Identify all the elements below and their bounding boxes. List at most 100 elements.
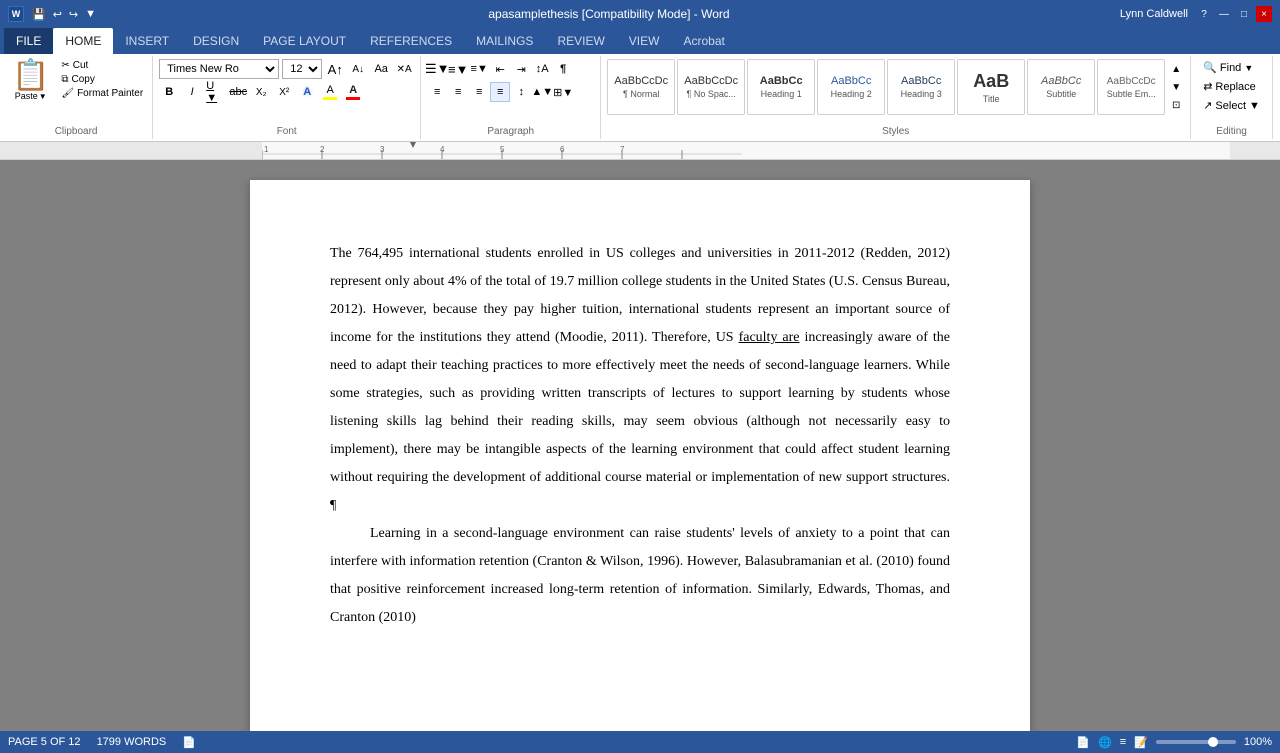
word-count: 1799 WORDS [97, 736, 167, 748]
font-name-select[interactable]: Times New Ro [159, 59, 279, 79]
align-center-button[interactable]: ≡ [448, 82, 468, 102]
replace-icon: ⇄ [1203, 80, 1212, 93]
zoom-slider[interactable] [1156, 740, 1236, 744]
select-icon: ↗ [1203, 99, 1212, 112]
subscript-button[interactable]: X₂ [251, 82, 271, 102]
clear-format-button[interactable]: ✕A [394, 59, 414, 79]
style-h2-preview: AaBbCc [831, 75, 871, 87]
replace-button[interactable]: ⇄ Replace [1197, 78, 1262, 95]
style-subtle-label: Subtle Em... [1107, 89, 1156, 99]
para-row-1: ☰▼ ≡▼ ≡▼ ⇤ ⇥ ↕A ¶ [427, 59, 573, 79]
bullet-list-button[interactable]: ☰▼ [427, 59, 447, 79]
maximize-button[interactable]: □ [1236, 6, 1252, 22]
style-title-preview: AaB [973, 71, 1009, 92]
style-normal-preview: AaBbCcDc [614, 75, 668, 87]
paragraph-2: Learning in a second-language environmen… [330, 520, 950, 632]
style-subtitle-label: Subtitle [1046, 89, 1076, 99]
tab-mailings[interactable]: MAILINGS [464, 28, 545, 54]
align-right-button[interactable]: ≡ [469, 82, 489, 102]
text-effects-button[interactable]: A [297, 82, 317, 102]
style-subtle-button[interactable]: AaBbCcDc Subtle Em... [1097, 59, 1165, 115]
superscript-button[interactable]: X² [274, 82, 294, 102]
tab-design[interactable]: DESIGN [181, 28, 251, 54]
style-nospace-button[interactable]: AaBbCcDc ¶ No Spac... [677, 59, 745, 115]
close-button[interactable]: × [1256, 6, 1272, 22]
undo-button[interactable]: ↩ [51, 8, 64, 21]
ribbon-content: 📋 Paste ▼ ✂ Cut ⧉ Copy 🖌 Format Painter [0, 54, 1280, 142]
tab-review[interactable]: REVIEW [545, 28, 616, 54]
styles-scroll-up[interactable]: ▲ [1168, 61, 1184, 77]
decrease-font-button[interactable]: A↓ [348, 59, 368, 79]
tab-file[interactable]: FILE [4, 28, 53, 54]
tab-view[interactable]: VIEW [617, 28, 672, 54]
align-left-button[interactable]: ≡ [427, 82, 447, 102]
find-button[interactable]: 🔍 Find ▼ [1197, 59, 1259, 76]
redo-button[interactable]: ↪ [67, 8, 80, 21]
shading-button[interactable]: ▲▼ [532, 82, 552, 102]
font-row-1: Times New Ro 12 A↑ A↓ Aa ✕A [159, 59, 414, 79]
change-case-button[interactable]: Aa [371, 59, 391, 79]
help-button[interactable]: ? [1196, 6, 1212, 22]
line-spacing-button[interactable]: ↕ [511, 82, 531, 102]
paste-label: Paste ▼ [15, 91, 47, 101]
highlight-color-bar [323, 97, 337, 100]
numbered-list-button[interactable]: ≡▼ [448, 59, 468, 79]
italic-button[interactable]: I [182, 82, 202, 102]
quick-access-dropdown[interactable]: ▼ [83, 8, 98, 20]
style-title-button[interactable]: AaB Title [957, 59, 1025, 115]
view-mode-print[interactable]: 📄 [1076, 736, 1090, 749]
tab-references[interactable]: REFERENCES [358, 28, 464, 54]
justify-button[interactable]: ≡ [490, 82, 510, 102]
view-mode-web[interactable]: 🌐 [1098, 736, 1112, 749]
style-heading2-button[interactable]: AaBbCc Heading 2 [817, 59, 885, 115]
style-h1-preview: AaBbCc [760, 75, 803, 87]
style-normal-label: ¶ Normal [623, 89, 659, 99]
view-mode-draft[interactable]: 📝 [1134, 736, 1148, 749]
multilevel-list-button[interactable]: ≡▼ [469, 59, 489, 79]
view-mode-outline[interactable]: ≡ [1120, 736, 1126, 748]
editing-label: Editing [1197, 124, 1266, 137]
style-nospace-label: ¶ No Spac... [687, 89, 736, 99]
style-heading1-button[interactable]: AaBbCc Heading 1 [747, 59, 815, 115]
style-subtitle-button[interactable]: AaBbCc Subtitle [1027, 59, 1095, 115]
bold-button[interactable]: B [159, 82, 179, 102]
borders-button[interactable]: ⊞▼ [553, 82, 573, 102]
style-nospace-preview: AaBbCcDc [684, 75, 738, 87]
tab-insert[interactable]: INSERT [113, 28, 181, 54]
increase-indent-button[interactable]: ⇥ [511, 59, 531, 79]
tab-page-layout[interactable]: PAGE LAYOUT [251, 28, 358, 54]
styles-scroll-down[interactable]: ▼ [1168, 79, 1184, 95]
style-h3-label: Heading 3 [901, 89, 942, 99]
minimize-button[interactable]: — [1216, 6, 1232, 22]
format-painter-button[interactable]: 🖌 Format Painter [58, 87, 146, 100]
tab-home[interactable]: HOME [53, 28, 113, 54]
strikethrough-button[interactable]: abc [228, 82, 248, 102]
select-button[interactable]: ↗ Select ▼ [1197, 97, 1266, 114]
font-size-select[interactable]: 12 [282, 59, 322, 79]
document-page: The 764,495 international students enrol… [250, 180, 1030, 731]
copy-button[interactable]: ⧉ Copy [58, 73, 146, 86]
tab-acrobat[interactable]: Acrobat [671, 28, 736, 54]
text-highlight-button[interactable]: A [320, 82, 340, 102]
paragraph-label: Paragraph [427, 124, 594, 137]
document-area[interactable]: The 764,495 international students enrol… [0, 160, 1280, 731]
style-h3-preview: AaBbCc [901, 75, 941, 87]
font-color-button[interactable]: A [343, 82, 363, 102]
find-dropdown-icon: ▼ [1244, 63, 1253, 73]
title-text: apasamplethesis [Compatibility Mode] - W… [488, 7, 729, 21]
sort-button[interactable]: ↕A [532, 59, 552, 79]
styles-expand[interactable]: ⊡ [1168, 97, 1184, 113]
styles-gallery: AaBbCcDc ¶ Normal AaBbCcDc ¶ No Spac... … [607, 59, 1165, 115]
style-normal-button[interactable]: AaBbCcDc ¶ Normal [607, 59, 675, 115]
show-hide-button[interactable]: ¶ [553, 59, 573, 79]
style-title-label: Title [983, 94, 1000, 104]
cut-button[interactable]: ✂ Cut [58, 59, 146, 72]
underline-button[interactable]: U ▼ [205, 82, 225, 102]
svg-text:1: 1 [264, 145, 269, 154]
decrease-indent-button[interactable]: ⇤ [490, 59, 510, 79]
increase-font-button[interactable]: A↑ [325, 59, 345, 79]
save-button[interactable]: 💾 [30, 8, 48, 21]
paste-button[interactable]: 📋 Paste ▼ [6, 59, 55, 103]
style-heading3-button[interactable]: AaBbCc Heading 3 [887, 59, 955, 115]
zoom-thumb [1208, 737, 1218, 747]
